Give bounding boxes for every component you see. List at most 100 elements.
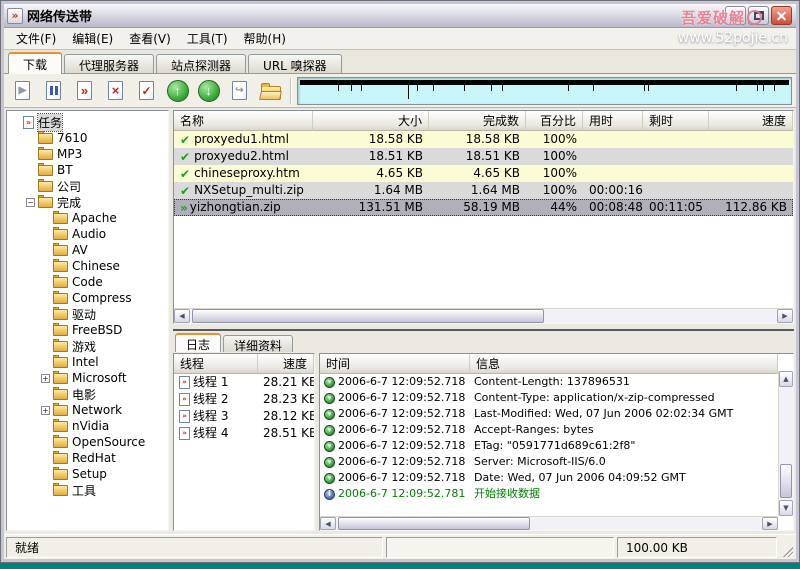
tab-3[interactable]: URL 嗅探器 — [248, 54, 342, 73]
commit-task-button[interactable]: ✓ — [132, 77, 161, 105]
scroll-left-icon[interactable]: ◀ — [174, 309, 190, 323]
log-row-3[interactable]: ▾ 2006-6-7 12:09:52.718 Accept-Ranges: byt… — [320, 422, 778, 438]
panel-splitter[interactable] — [173, 324, 794, 331]
log-row-5[interactable]: ▾ 2006-6-7 12:09:52.718 Server: Microsoft-… — [320, 454, 778, 470]
scroll-left-icon[interactable]: ◀ — [320, 517, 336, 530]
tab-2[interactable]: 站点探测器 — [156, 54, 247, 73]
tree-item-18[interactable]: + Network — [7, 402, 168, 418]
tree-item-4[interactable]: 公司 — [7, 178, 168, 194]
tree-item-16[interactable]: + Microsoft — [7, 370, 168, 386]
log-row-1[interactable]: ▾ 2006-6-7 12:09:52.718 Content-Type: appl… — [320, 390, 778, 406]
open-folder-button[interactable] — [256, 77, 285, 105]
tree-item-21[interactable]: RedHat — [7, 450, 168, 466]
bottom-tab-0[interactable]: 日志 — [175, 333, 222, 352]
tree-item-14[interactable]: 游戏 — [7, 338, 168, 354]
menu-item-4[interactable]: 帮助(H) — [237, 28, 293, 49]
folder-icon — [53, 290, 68, 304]
menu-item-0[interactable]: 文件(F) — [9, 28, 63, 49]
move-down-button[interactable]: ↓ — [194, 77, 223, 105]
tree-item-0[interactable]: » 任务 — [7, 112, 168, 132]
tree-item-5[interactable]: − 完成 — [7, 194, 168, 210]
scroll-down-icon[interactable]: ▼ — [779, 500, 793, 516]
tree-item-2[interactable]: MP3 — [7, 146, 168, 162]
tree-item-12[interactable]: 驱动 — [7, 306, 168, 322]
scroll-right-icon[interactable]: ▶ — [762, 517, 778, 530]
column-header-5[interactable]: 剩时 — [643, 111, 709, 131]
start-task-button[interactable]: » — [70, 77, 99, 105]
menu-item-1[interactable]: 编辑(E) — [65, 28, 120, 49]
hscroll-thumb[interactable] — [192, 309, 545, 323]
tree-item-11[interactable]: Compress — [7, 290, 168, 306]
column-header-4[interactable]: 用时 — [583, 111, 643, 131]
expand-icon[interactable]: + — [41, 373, 50, 383]
tree-item-1[interactable]: 7610 — [7, 130, 168, 146]
log-column-header-1[interactable]: 信息 — [470, 354, 778, 374]
tree-item-23[interactable]: 工具 — [7, 482, 168, 498]
move-up-button[interactable]: ↑ — [163, 77, 192, 105]
minimize-icon — [730, 17, 738, 20]
resize-grip[interactable] — [780, 537, 794, 558]
thread-column-header-0[interactable]: 线程 — [174, 354, 258, 374]
log-hscrollbar[interactable]: ◀ ▶ — [320, 516, 778, 530]
toolbar: ▶ » × ✓ ↑ ↓ ↪ — [4, 74, 796, 108]
thread-column-header-1[interactable]: 速度 — [258, 354, 314, 374]
pause-task-button[interactable] — [39, 77, 68, 105]
column-header-2[interactable]: 完成数 — [429, 111, 526, 131]
thread-row-1[interactable]: » 线程 2 28.23 KB — [174, 391, 314, 408]
log-row-2[interactable]: ▾ 2006-6-7 12:09:52.718 Last-Modified: Wed… — [320, 406, 778, 422]
tree-item-20[interactable]: OpenSource — [7, 434, 168, 450]
scroll-right-icon[interactable]: ▶ — [777, 309, 793, 323]
download-row-1[interactable]: ✔ proxyedu2.html 18.51 KB 18.51 KB 100% — [174, 148, 793, 165]
menu-item-3[interactable]: 工具(T) — [180, 28, 235, 49]
thread-row-2[interactable]: » 线程 3 28.12 KB — [174, 408, 314, 425]
tree-item-8[interactable]: AV — [7, 242, 168, 258]
scroll-up-icon[interactable]: ▲ — [779, 371, 793, 387]
log-vscrollbar[interactable]: ▲ ▼ — [778, 371, 793, 516]
tree-item-15[interactable]: Intel — [7, 354, 168, 370]
hscroll-thumb[interactable] — [338, 517, 530, 530]
log-row-0[interactable]: ▾ 2006-6-7 12:09:52.718 Content-Length: 13… — [320, 374, 778, 390]
delete-task-button[interactable]: × — [101, 77, 130, 105]
save-as-button[interactable]: ↪ — [225, 77, 254, 105]
column-header-3[interactable]: 百分比 — [526, 111, 583, 131]
tree-item-19[interactable]: nVidia — [7, 418, 168, 434]
column-header-1[interactable]: 大小 — [313, 111, 429, 131]
tree-item-6[interactable]: Apache — [7, 210, 168, 226]
download-list-header: 名称 大小 完成数 百分比 用时 剩时 速度 — [174, 111, 793, 131]
tree-item-9[interactable]: Chinese — [7, 258, 168, 274]
download-row-3[interactable]: ✔ NXSetup_multi.zip 1.64 MB 1.64 MB 100% 00:0… — [174, 182, 793, 199]
tree-item-7[interactable]: Audio — [7, 226, 168, 242]
download-row-0[interactable]: ✔ proxyedu1.html 18.58 KB 18.58 KB 100% — [174, 131, 793, 148]
new-task-button[interactable]: ▶ — [8, 77, 37, 105]
collapse-icon[interactable]: − — [26, 197, 35, 207]
cell-done: 1.64 MB — [470, 183, 520, 197]
tree-item-17[interactable]: 电影 — [7, 386, 168, 402]
titlebar[interactable]: » 网络传送带 吾爱破解 — [4, 4, 796, 28]
thread-row-0[interactable]: » 线程 1 28.21 KB — [174, 374, 314, 391]
tab-download[interactable]: 下载 — [8, 52, 63, 74]
tree-item-22[interactable]: Setup — [7, 466, 168, 482]
thread-row-3[interactable]: » 线程 4 28.51 KB — [174, 425, 314, 442]
column-header-6[interactable]: 速度 — [709, 111, 793, 131]
log-column-header-0[interactable]: 时间 — [320, 354, 470, 374]
minimize-button[interactable] — [725, 6, 746, 25]
bottom-tab-1[interactable]: 详细资料 — [223, 335, 294, 353]
move-up-icon: ↑ — [166, 79, 189, 102]
tab-1[interactable]: 代理服务器 — [64, 54, 155, 73]
vscroll-thumb[interactable] — [780, 463, 792, 498]
column-header-0[interactable]: 名称 — [174, 111, 313, 131]
log-message: Last-Modified: Wed, 07 Jun 2006 02:02:34… — [474, 407, 734, 420]
maximize-button[interactable] — [748, 6, 769, 25]
menu-item-2[interactable]: 查看(V) — [122, 28, 178, 49]
expand-icon[interactable]: + — [41, 405, 50, 415]
log-row-6[interactable]: ▾ 2006-6-7 12:09:52.718 Date: Wed, 07 Jun … — [320, 470, 778, 486]
tree-item-3[interactable]: BT — [7, 162, 168, 178]
download-list-hscrollbar[interactable]: ◀ ▶ — [174, 308, 793, 323]
log-row-4[interactable]: ▾ 2006-6-7 12:09:52.718 ETag: "0591771d689… — [320, 438, 778, 454]
download-row-2[interactable]: ✔ chineseproxy.htm 4.65 KB 4.65 KB 100% — [174, 165, 793, 182]
download-row-4[interactable]: » yizhongtian.zip 131.51 MB 58.19 MB 44% 00:0… — [174, 199, 793, 216]
log-row-7[interactable]: i 2006-6-7 12:09:52.781 开始接收数据 — [320, 486, 778, 502]
tree-item-13[interactable]: FreeBSD — [7, 322, 168, 338]
close-button[interactable] — [771, 6, 792, 25]
tree-item-10[interactable]: Code — [7, 274, 168, 290]
